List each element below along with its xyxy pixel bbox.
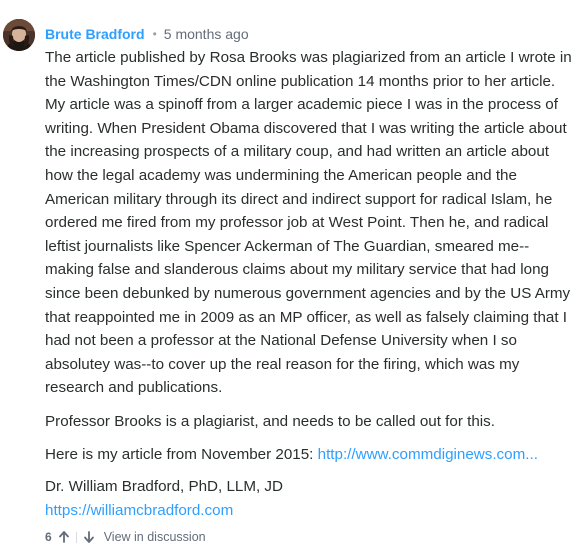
author-name[interactable]: Brute Bradford [45,26,145,42]
avatar[interactable] [3,19,35,51]
comment: Brute Bradford • 5 months ago The articl… [0,0,585,549]
article-reference: Here is my article from November 2015: h… [45,443,575,467]
comment-timestamp[interactable]: 5 months ago [164,26,249,42]
signature: Dr. William Bradford, PhD, LLM, JD [45,478,283,496]
comment-body: The article published by Rosa Brooks was… [45,46,575,531]
signature-block: Dr. William Bradford, PhD, LLM, JD https:… [45,475,575,522]
article-link[interactable]: http://www.commdiginews.com... [318,446,538,463]
vote-count: 6 [45,530,52,544]
comment-footer: 6 View in discussion [45,528,206,546]
header-separator: • [152,27,157,41]
vote-divider [75,531,77,543]
comment-paragraph: The article published by Rosa Brooks was… [45,49,572,397]
article-intro: Here is my article from November 2015: [45,445,318,463]
arrow-down-icon[interactable] [83,530,95,544]
comment-header: Brute Bradford • 5 months ago [45,24,249,44]
comment-paragraph: Professor Brooks is a plagiarist, and ne… [45,412,495,430]
website-link[interactable]: https://williamcbradford.com [45,502,233,519]
arrow-up-icon[interactable] [58,530,70,544]
avatar-image [3,19,35,51]
view-in-discussion-link[interactable]: View in discussion [104,530,206,544]
